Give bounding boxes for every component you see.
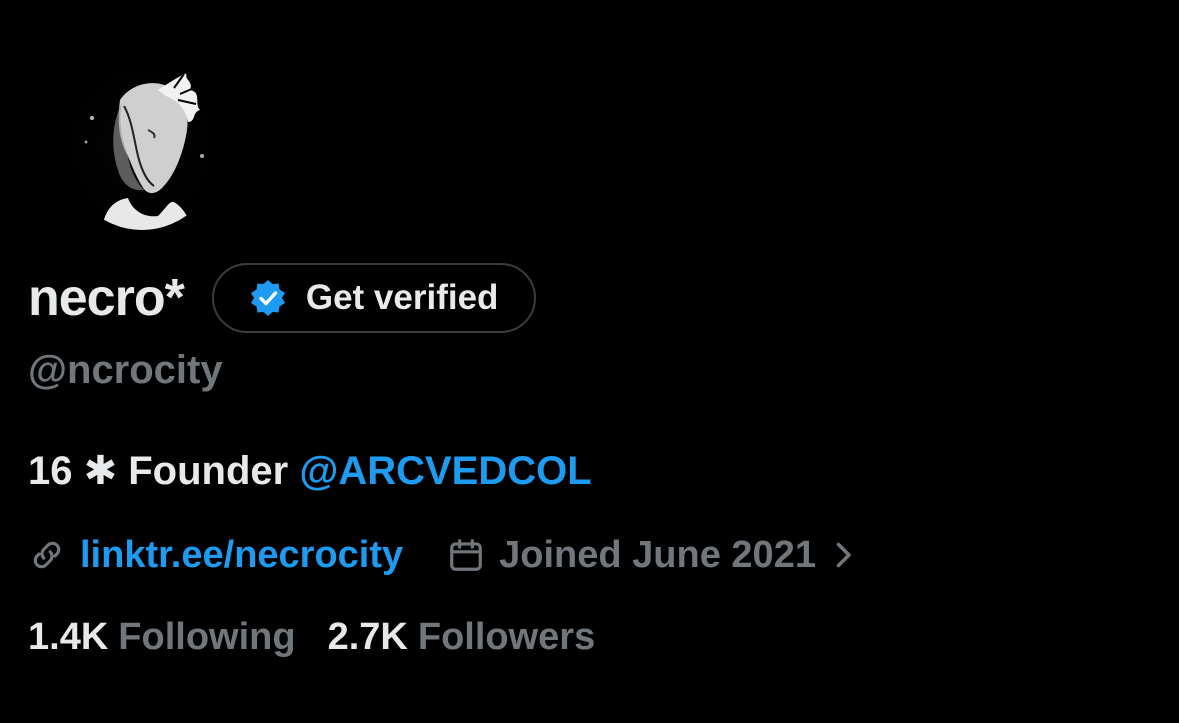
display-name: necro* bbox=[28, 269, 185, 327]
avatar[interactable] bbox=[62, 60, 222, 230]
profile-meta: linktr.ee/necrocity Joined June 2021 bbox=[28, 530, 854, 580]
following-stat[interactable]: 1.4K Following bbox=[28, 616, 296, 659]
following-label: Following bbox=[118, 616, 296, 658]
following-count: 1.4K bbox=[28, 616, 109, 658]
get-verified-button[interactable]: Get verified bbox=[211, 263, 537, 333]
follow-stats: 1.4K Following 2.7K Followers bbox=[28, 616, 595, 659]
profile-header: necro* Get verified @ncrocity 16 ✱ Found… bbox=[0, 0, 1179, 723]
joined-date: Joined June 2021 bbox=[499, 533, 816, 576]
get-verified-label: Get verified bbox=[305, 278, 499, 317]
bio-text: 16 ✱ Founder bbox=[28, 449, 300, 493]
bio: 16 ✱ Founder @ARCVEDCOL bbox=[28, 448, 592, 494]
handle: @ncrocity bbox=[28, 348, 223, 392]
avatar-image bbox=[84, 72, 204, 230]
bio-mention-link[interactable]: @ARCVEDCOL bbox=[299, 449, 591, 493]
calendar-icon bbox=[450, 539, 482, 571]
joined-date-button[interactable]: Joined June 2021 bbox=[447, 534, 854, 577]
name-row: necro* Get verified bbox=[28, 262, 537, 334]
verified-badge-icon bbox=[250, 280, 285, 316]
followers-stat[interactable]: 2.7K Followers bbox=[328, 616, 596, 659]
followers-count: 2.7K bbox=[327, 616, 408, 658]
chevron-right-icon bbox=[836, 542, 851, 568]
profile-website-link[interactable]: linktr.ee/necrocity bbox=[80, 534, 403, 577]
followers-label: Followers bbox=[417, 616, 596, 658]
link-icon bbox=[33, 541, 61, 569]
